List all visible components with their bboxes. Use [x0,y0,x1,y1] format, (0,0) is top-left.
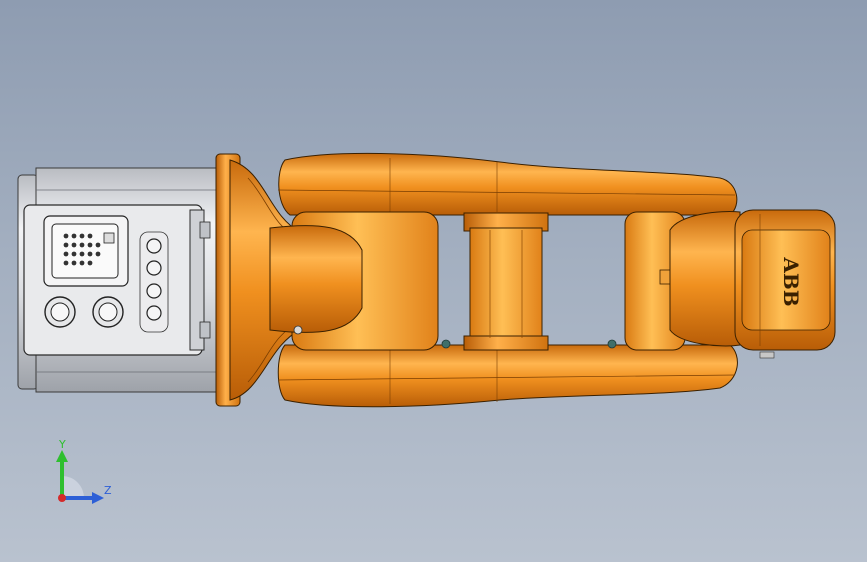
y-axis-label: Y [58,438,66,451]
lower-arm-link[interactable] [277,344,738,408]
z-axis-arrow [92,492,104,504]
robot-arm-model[interactable]: ABB [0,0,867,562]
robot-base[interactable] [17,167,223,393]
center-strut[interactable] [441,212,617,351]
3d-viewport[interactable]: ABB Y Z [0,0,867,562]
upper-arm-link[interactable] [277,152,738,216]
orientation-triad: Y Z [56,438,112,504]
y-axis-arrow [56,450,68,462]
wrist-assembly[interactable]: ABB [669,209,836,359]
abb-logo: ABB [779,256,803,306]
z-axis-label: Z [104,484,112,497]
shoulder-joint[interactable] [269,211,439,351]
x-axis-dot [58,494,66,502]
